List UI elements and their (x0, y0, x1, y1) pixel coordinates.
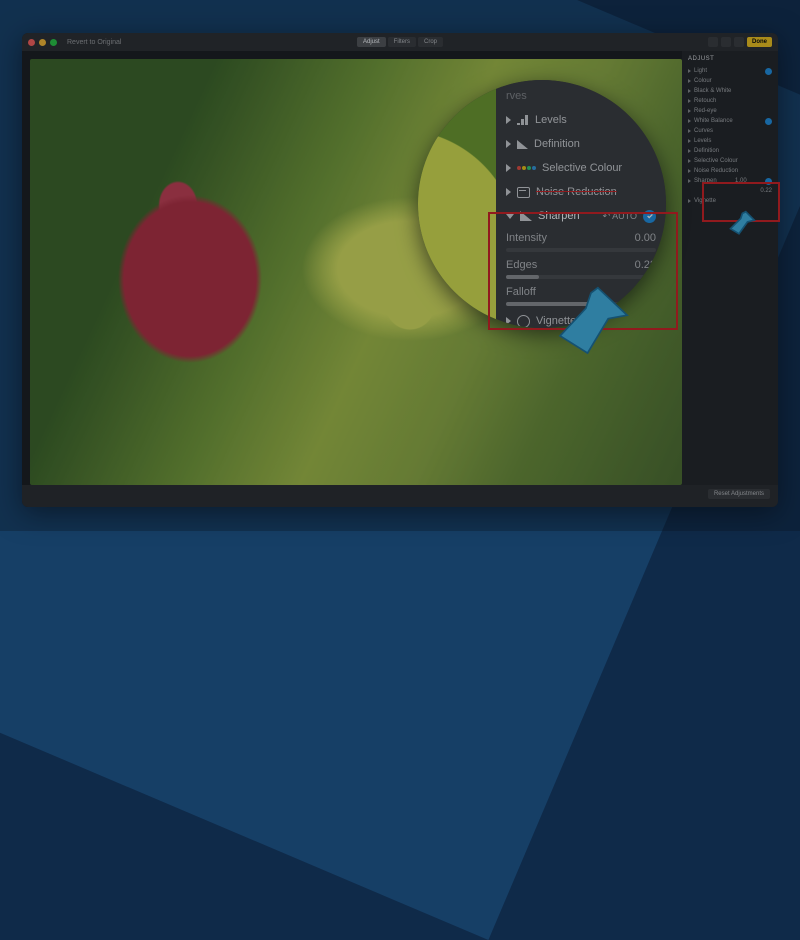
arrow-icon (722, 210, 756, 244)
reset-adjustments-button[interactable]: Reset Adjustments (708, 489, 770, 499)
noise-reduction-icon (517, 187, 530, 198)
sidebar-item-light[interactable]: Light (688, 66, 772, 76)
chevron-right-icon (506, 140, 511, 148)
lens-row-noise-reduction[interactable]: Noise Reduction (496, 180, 666, 204)
toolbar-button[interactable] (721, 37, 731, 47)
checkmark-icon (765, 118, 772, 125)
checkmark-icon (765, 68, 772, 75)
lens-row-levels[interactable]: Levels (496, 108, 666, 132)
levels-icon (517, 115, 529, 125)
tab-adjust[interactable]: Adjust (357, 37, 386, 47)
sidebar-item-nr[interactable]: Noise Reduction (688, 166, 772, 176)
definition-icon (517, 140, 528, 149)
sidebar-item-redeye[interactable]: Red-eye (688, 106, 772, 116)
lens-row-curves[interactable]: rves (496, 84, 666, 108)
footer: Reset Adjustments (22, 485, 778, 507)
tab-crop[interactable]: Crop (418, 37, 443, 47)
tab-filters[interactable]: Filters (388, 37, 416, 47)
sidebar-item-colour[interactable]: Colour (688, 76, 772, 86)
lens-row-selective-colour[interactable]: Selective Colour (496, 156, 666, 180)
lens-row-definition[interactable]: Definition (496, 132, 666, 156)
chevron-right-icon (506, 164, 511, 172)
sidebar-item-curves[interactable]: Curves (688, 126, 772, 136)
window-zoom-button[interactable] (50, 39, 57, 46)
mode-tabs: Adjust Filters Crop (357, 37, 443, 47)
titlebar: Revert to Original Adjust Filters Crop D… (22, 33, 778, 51)
sidebar-item-bw[interactable]: Black & White (688, 86, 772, 96)
toolbar-button[interactable] (708, 37, 718, 47)
selective-colour-icon (517, 166, 536, 170)
sidebar-header: ADJUST (688, 56, 772, 62)
sidebar-item-levels[interactable]: Levels (688, 136, 772, 146)
done-button[interactable]: Done (747, 37, 772, 47)
revert-button[interactable]: Revert to Original (67, 39, 121, 46)
adjust-sidebar: ADJUST Light Colour Black & White Retouc… (682, 51, 778, 485)
window-close-button[interactable] (28, 39, 35, 46)
arrow-icon (548, 286, 634, 372)
chevron-right-icon (506, 116, 511, 124)
chevron-right-icon (506, 188, 511, 196)
sidebar-item-sc[interactable]: Selective Colour (688, 156, 772, 166)
toolbar-button[interactable] (734, 37, 744, 47)
sidebar-item-wb[interactable]: White Balance (688, 116, 772, 126)
sidebar-item-retouch[interactable]: Retouch (688, 96, 772, 106)
window-minimize-button[interactable] (39, 39, 46, 46)
sidebar-item-definition[interactable]: Definition (688, 146, 772, 156)
